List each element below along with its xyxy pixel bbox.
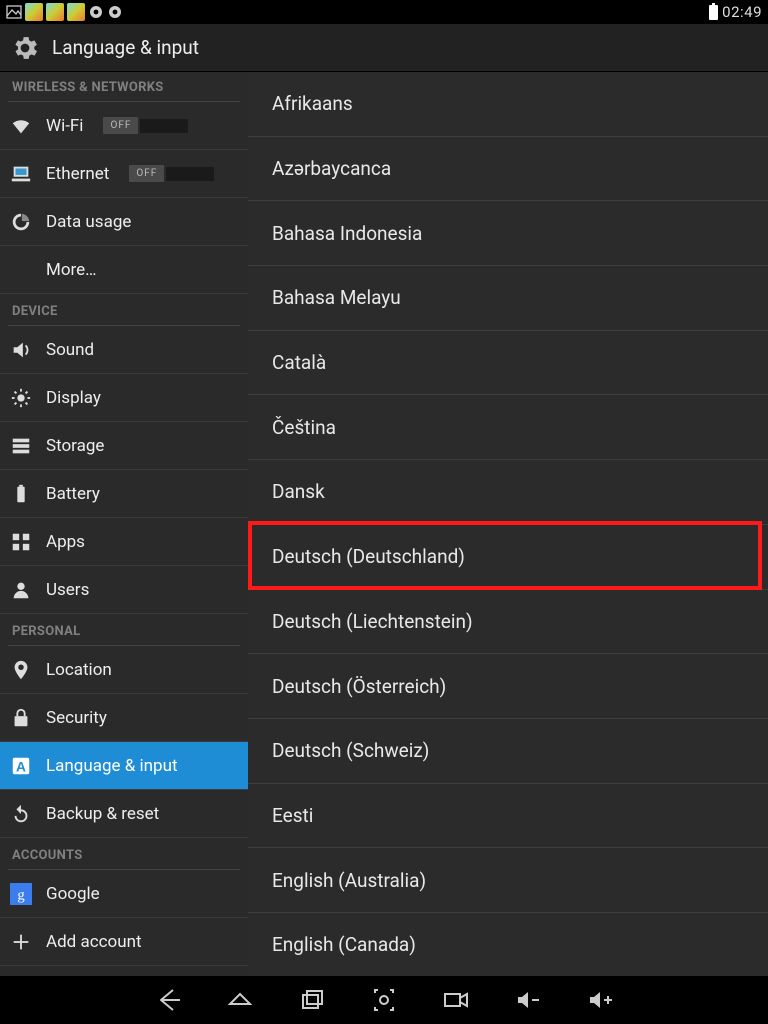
language-option[interactable]: Eesti (248, 784, 768, 849)
svg-text:g: g (17, 887, 25, 903)
settings-sidebar: WIRELESS & NETWORKS Wi-Fi OFF Ethernet O… (0, 72, 248, 976)
sidebar-item-label: Google (46, 884, 100, 904)
sidebar-item-label: Battery (46, 484, 100, 504)
eye-icon (107, 4, 123, 20)
language-option[interactable]: Azərbaycanca (248, 137, 768, 202)
status-bar: 02:49 (0, 0, 768, 24)
users-icon (10, 579, 32, 601)
language-option[interactable]: Deutsch (Österreich) (248, 654, 768, 719)
display-icon (10, 387, 32, 409)
screenshot-button[interactable] (370, 986, 398, 1014)
language-option[interactable]: English (Canada) (248, 913, 768, 976)
sidebar-item-label: Display (46, 388, 101, 408)
language-option[interactable]: Català (248, 331, 768, 396)
section-header-accounts: ACCOUNTS (0, 838, 248, 869)
language-option[interactable]: Bahasa Melayu (248, 266, 768, 331)
sidebar-item-display[interactable]: Display (0, 374, 248, 422)
battery-icon (709, 5, 718, 20)
volume-up-button[interactable] (586, 986, 614, 1014)
eye-icon (88, 4, 104, 20)
language-option[interactable]: Bahasa Indonesia (248, 201, 768, 266)
language-option[interactable]: English (Australia) (248, 848, 768, 913)
sidebar-item-label: Language & input (46, 756, 178, 776)
lock-icon (10, 707, 32, 729)
sidebar-item-label: Apps (46, 532, 85, 552)
sidebar-item-apps[interactable]: Apps (0, 518, 248, 566)
plus-icon (10, 931, 32, 953)
sidebar-item-storage[interactable]: Storage (0, 422, 248, 470)
location-icon (10, 659, 32, 681)
sidebar-item-label: Data usage (46, 212, 131, 232)
sidebar-item-data-usage[interactable]: Data usage (0, 198, 248, 246)
sidebar-item-sound[interactable]: Sound (0, 326, 248, 374)
sidebar-item-label: Storage (46, 436, 104, 456)
action-bar: Language & input (0, 24, 768, 72)
sidebar-item-battery[interactable]: Battery (0, 470, 248, 518)
wifi-toggle[interactable]: OFF (103, 117, 188, 134)
sidebar-item-backup-reset[interactable]: Backup & reset (0, 790, 248, 838)
ethernet-toggle[interactable]: OFF (129, 165, 214, 182)
wifi-icon (10, 115, 32, 137)
sidebar-item-label: More… (46, 260, 97, 280)
sidebar-item-label: Sound (46, 340, 94, 360)
sidebar-item-more[interactable]: More… (0, 246, 248, 294)
sidebar-item-label: Backup & reset (46, 804, 159, 824)
svg-text:A: A (16, 759, 26, 774)
gear-icon (10, 33, 40, 63)
storage-icon (10, 435, 32, 457)
sidebar-item-label: Add account (46, 932, 142, 952)
sidebar-item-security[interactable]: Security (0, 694, 248, 742)
sidebar-item-label: Ethernet (46, 164, 109, 184)
backup-icon (10, 803, 32, 825)
recent-apps-button[interactable] (298, 986, 326, 1014)
apps-icon (10, 531, 32, 553)
app-notification-icon (67, 3, 85, 21)
system-nav-bar (0, 976, 768, 1024)
language-icon: A (10, 755, 32, 777)
data-usage-icon (10, 211, 32, 233)
sidebar-item-label: Users (46, 580, 89, 600)
language-option[interactable]: Deutsch (Liechtenstein) (248, 590, 768, 655)
back-button[interactable] (154, 986, 182, 1014)
sound-icon (10, 339, 32, 361)
google-icon: g (10, 883, 32, 905)
sidebar-item-users[interactable]: Users (0, 566, 248, 614)
sidebar-item-add-account[interactable]: Add account (0, 918, 248, 966)
home-button[interactable] (226, 986, 254, 1014)
app-notification-icon (25, 3, 43, 21)
battery-icon (10, 483, 32, 505)
language-option[interactable]: Dansk (248, 460, 768, 525)
language-option[interactable]: Afrikaans (248, 72, 768, 137)
section-header-device: DEVICE (0, 294, 248, 325)
app-notification-icon (46, 3, 64, 21)
sidebar-item-wifi[interactable]: Wi-Fi OFF (0, 102, 248, 150)
picture-icon (6, 4, 22, 20)
ethernet-icon (10, 163, 32, 185)
section-header-wireless: WIRELESS & NETWORKS (0, 72, 248, 101)
language-option[interactable]: Deutsch (Deutschland) (248, 525, 768, 590)
sidebar-item-google[interactable]: g Google (0, 870, 248, 918)
status-clock: 02:49 (722, 3, 762, 21)
record-button[interactable] (442, 986, 470, 1014)
language-list-pane[interactable]: AfrikaansAzərbaycancaBahasa IndonesiaBah… (248, 72, 768, 976)
language-option[interactable]: Deutsch (Schweiz) (248, 719, 768, 784)
sidebar-item-ethernet[interactable]: Ethernet OFF (0, 150, 248, 198)
page-title: Language & input (52, 36, 199, 59)
sidebar-item-label: Security (46, 708, 107, 728)
sidebar-item-label: Location (46, 660, 112, 680)
sidebar-item-location[interactable]: Location (0, 646, 248, 694)
section-header-personal: PERSONAL (0, 614, 248, 645)
language-option[interactable]: Čeština (248, 395, 768, 460)
volume-down-button[interactable] (514, 986, 542, 1014)
sidebar-item-language-input[interactable]: A Language & input (0, 742, 248, 790)
sidebar-item-label: Wi-Fi (46, 116, 83, 136)
